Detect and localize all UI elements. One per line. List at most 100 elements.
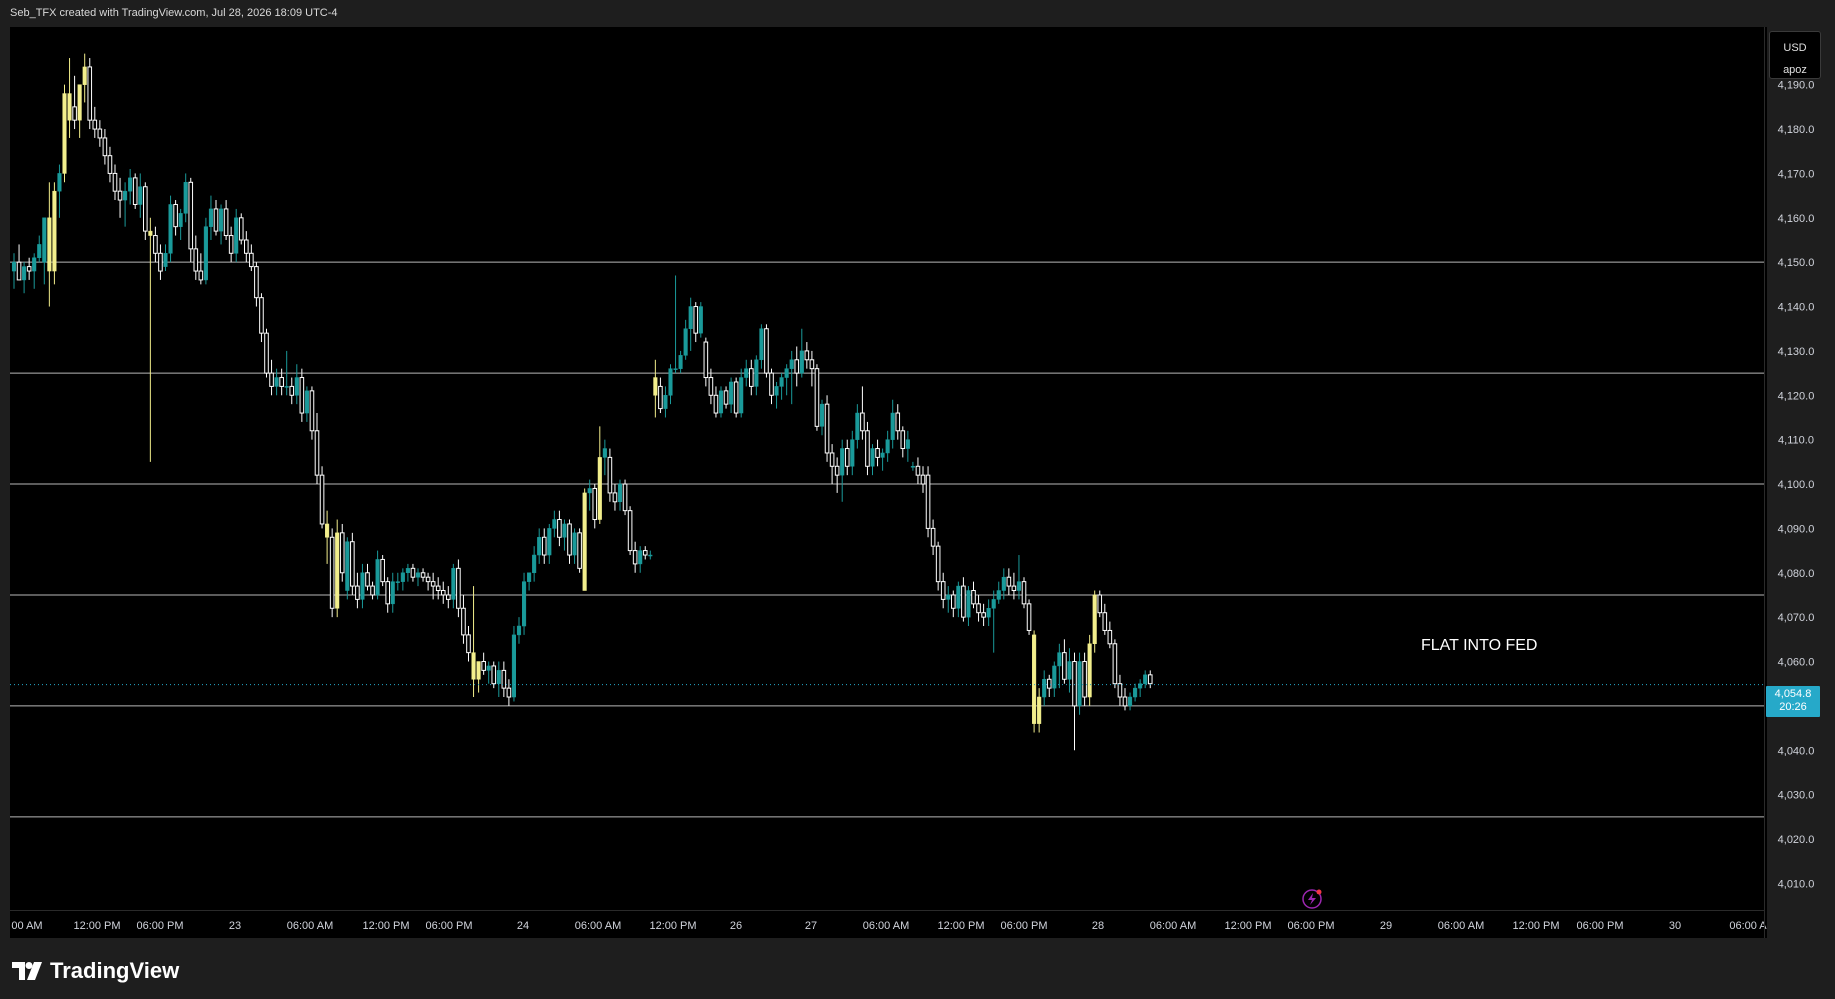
candle bbox=[138, 173, 143, 218]
candle-body bbox=[82, 66, 87, 85]
candle-body bbox=[739, 377, 744, 414]
candle-body bbox=[319, 474, 325, 525]
candle-body bbox=[966, 590, 971, 618]
candle bbox=[951, 590, 956, 618]
candle bbox=[809, 350, 815, 387]
price-axis-border bbox=[1764, 27, 1765, 938]
candle bbox=[865, 421, 870, 476]
candle-body bbox=[910, 466, 915, 468]
candle bbox=[678, 350, 683, 374]
candle-body bbox=[663, 395, 668, 409]
candle-body bbox=[425, 576, 431, 583]
candle bbox=[804, 342, 810, 369]
candle-body bbox=[138, 186, 143, 205]
candle bbox=[708, 368, 714, 405]
candle bbox=[1117, 674, 1123, 706]
candle-body bbox=[476, 661, 481, 680]
flat-into-fed-annotation[interactable]: FLAT INTO FED bbox=[1421, 637, 1537, 654]
candle bbox=[1128, 692, 1133, 711]
price-axis[interactable]: 4,190.0 4,180.0 4,170.0 4,160.0 4,150.0 4,140… bbox=[1778, 80, 1815, 891]
candle-body bbox=[496, 670, 501, 684]
candle-body bbox=[744, 368, 749, 378]
time-tick-label: 06:00 PM bbox=[1000, 920, 1047, 932]
time-tick-label: 12:00 PM bbox=[73, 920, 120, 932]
candle-body bbox=[208, 208, 213, 227]
candle bbox=[648, 550, 653, 560]
candle bbox=[935, 541, 941, 591]
candle bbox=[940, 572, 946, 609]
candle-body bbox=[658, 385, 663, 410]
candle-body bbox=[587, 488, 592, 494]
candle bbox=[325, 510, 330, 564]
candle bbox=[880, 448, 885, 471]
candle-body bbox=[552, 519, 557, 529]
candle-body bbox=[733, 381, 739, 414]
candle-body bbox=[339, 532, 345, 574]
candle bbox=[269, 359, 274, 396]
currency-selector[interactable]: USD apoz bbox=[1769, 31, 1821, 79]
candle-body bbox=[501, 669, 507, 689]
candle bbox=[506, 679, 512, 706]
candle-body bbox=[128, 177, 133, 192]
candle-body bbox=[304, 390, 309, 414]
candle bbox=[11, 253, 17, 289]
candle bbox=[567, 519, 572, 564]
candle bbox=[855, 404, 860, 449]
candle bbox=[400, 568, 405, 591]
candle-body bbox=[996, 590, 1001, 600]
candle-body bbox=[97, 128, 103, 139]
candle bbox=[844, 439, 850, 476]
candle-body bbox=[1062, 652, 1067, 680]
candle bbox=[370, 581, 375, 600]
time-tick-label: 29 bbox=[1380, 920, 1392, 932]
candle-body bbox=[844, 448, 850, 467]
candle bbox=[733, 377, 739, 418]
candle-body bbox=[814, 368, 820, 427]
candle-body bbox=[329, 536, 335, 609]
candle-body bbox=[375, 559, 380, 596]
candle-body bbox=[678, 355, 683, 369]
candle-body bbox=[1147, 674, 1153, 685]
candle-body bbox=[350, 541, 355, 587]
candle bbox=[335, 519, 340, 618]
candle bbox=[1087, 634, 1092, 706]
candle-body bbox=[622, 483, 628, 512]
candle-body bbox=[693, 306, 699, 334]
candle-body bbox=[72, 106, 77, 121]
tradingview-logo[interactable]: TradingView bbox=[12, 958, 179, 984]
candle-body bbox=[289, 385, 295, 396]
candlestick-chart[interactable]: 4,190.0 4,180.0 4,170.0 4,160.0 4,150.0 4,140… bbox=[0, 0, 1835, 999]
candle bbox=[1147, 670, 1153, 689]
candle-body bbox=[380, 558, 385, 583]
candle bbox=[117, 177, 123, 218]
candle-body bbox=[77, 84, 82, 121]
candle-body bbox=[491, 665, 497, 685]
price-tick-label: 4,190.0 bbox=[1778, 80, 1815, 92]
candle-body bbox=[430, 581, 436, 587]
time-axis[interactable]: 00 AM 12:00 PM 06:00 PM 23 06:00 AM 12:00 PM 0… bbox=[11, 920, 1767, 932]
candle bbox=[622, 479, 628, 516]
candle bbox=[410, 563, 416, 582]
candle-body bbox=[607, 456, 613, 494]
candle bbox=[415, 568, 421, 587]
lightning-icon[interactable] bbox=[1302, 889, 1322, 909]
candle-body bbox=[723, 390, 729, 405]
candle bbox=[481, 652, 486, 675]
candle bbox=[339, 523, 345, 582]
candle-body bbox=[410, 567, 416, 578]
candle-body bbox=[809, 359, 815, 370]
candle-body bbox=[148, 230, 153, 236]
time-tick-label: 06:00 AM bbox=[863, 920, 909, 932]
candle bbox=[905, 430, 910, 462]
price-tick-label: 4,160.0 bbox=[1778, 213, 1815, 225]
candle bbox=[718, 386, 724, 418]
candle-body bbox=[1072, 661, 1077, 707]
candle bbox=[486, 661, 491, 684]
candle bbox=[537, 528, 542, 564]
candle-body bbox=[188, 181, 194, 250]
candle-body bbox=[668, 368, 673, 396]
candle-body bbox=[602, 448, 607, 458]
candle-body bbox=[572, 532, 577, 556]
candle bbox=[638, 546, 643, 573]
candle-body bbox=[688, 306, 693, 329]
